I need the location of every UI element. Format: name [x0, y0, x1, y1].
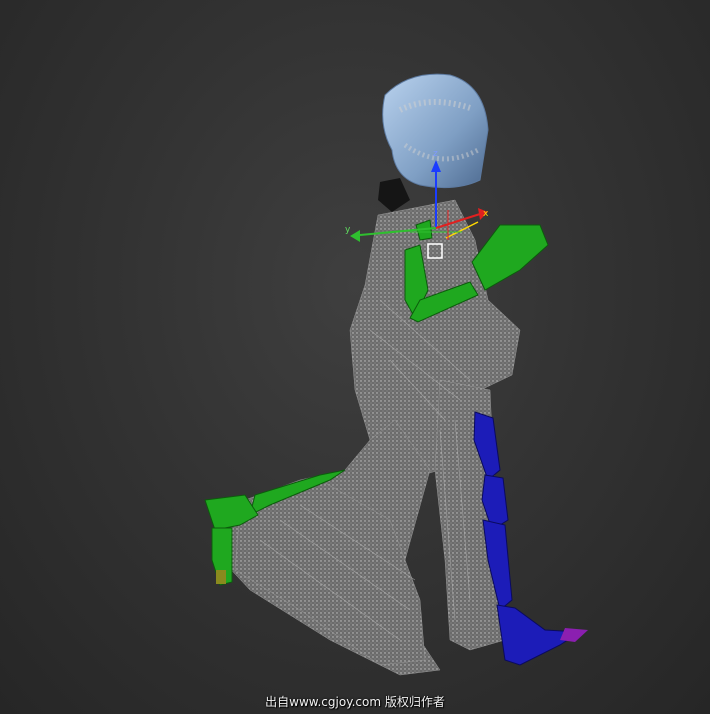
3d-viewport[interactable]: z y x 出自www.cgjoy.com 版权归作者: [0, 0, 710, 714]
neck-bone[interactable]: [378, 178, 410, 212]
left-foot-marker: [216, 570, 226, 584]
gizmo-z-label: z: [433, 149, 438, 159]
scene-canvas[interactable]: z y x: [0, 0, 710, 714]
gizmo-y-label: y: [345, 225, 351, 235]
watermark: 出自www.cgjoy.com 版权归作者: [265, 695, 445, 709]
gizmo-x-label: x: [483, 209, 489, 219]
right-toe-marker: [560, 628, 588, 642]
